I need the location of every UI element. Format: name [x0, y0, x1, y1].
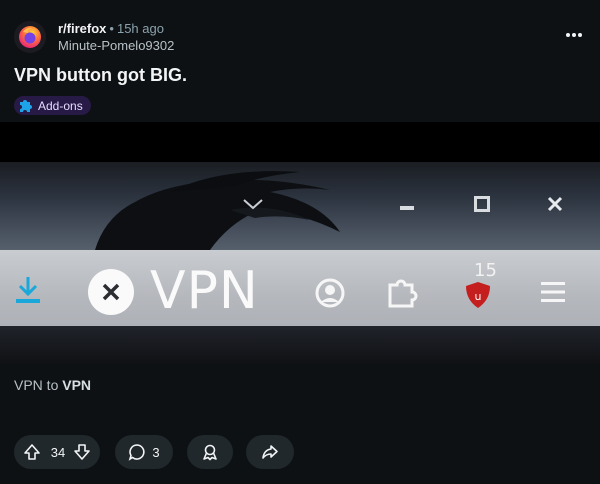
body-bold: VPN: [62, 377, 92, 393]
browser-content-strip: [0, 326, 600, 364]
ublock-origin-icon[interactable]: u: [464, 280, 492, 310]
author-name[interactable]: Minute-Pomelo9302: [58, 37, 174, 54]
meta-separator: •: [109, 21, 114, 36]
upvote-icon[interactable]: [23, 443, 41, 461]
comment-count: 3: [152, 444, 160, 460]
browser-titlebar-theme: [0, 162, 600, 250]
minimize-icon[interactable]: [400, 206, 414, 210]
vpn-button-label: VPN: [150, 261, 259, 321]
post-title[interactable]: VPN button got BIG.: [14, 63, 187, 87]
close-window-icon[interactable]: [546, 195, 564, 213]
vote-count: 34: [50, 444, 66, 460]
horse-silhouette-image: [95, 171, 340, 250]
share-button[interactable]: [246, 435, 294, 469]
puzzle-piece-icon: [20, 99, 32, 112]
award-button[interactable]: [187, 435, 233, 469]
post-body: VPN to VPN: [14, 376, 91, 394]
vpn-button[interactable]: [88, 269, 134, 315]
vote-pill: 34: [14, 435, 100, 469]
post-meta: r/firefox • 15h ago Minute-Pomelo9302: [58, 21, 174, 54]
flair-label: Add-ons: [38, 98, 83, 113]
post-header: r/firefox • 15h ago Minute-Pomelo9302: [14, 18, 586, 58]
more-options-icon[interactable]: [562, 26, 586, 46]
comments-button[interactable]: 3: [115, 435, 173, 469]
share-icon: [262, 445, 278, 459]
body-prefix: VPN to: [14, 377, 63, 393]
svg-text:u: u: [475, 290, 482, 303]
ublock-badge-count: 15: [474, 260, 497, 281]
account-icon[interactable]: [314, 277, 346, 309]
firefox-subreddit-avatar[interactable]: [14, 21, 46, 53]
post-time: 15h ago: [116, 21, 164, 36]
maximize-icon[interactable]: [474, 196, 490, 212]
downvote-icon[interactable]: [73, 443, 91, 461]
extensions-icon[interactable]: [386, 275, 418, 309]
post-flair[interactable]: Add-ons: [14, 96, 91, 115]
subreddit-link[interactable]: r/firefox: [58, 21, 106, 36]
comment-icon: [129, 444, 145, 461]
download-icon[interactable]: [14, 275, 42, 305]
chevron-down-icon[interactable]: [242, 198, 264, 210]
post-image[interactable]: VPN u 15: [0, 122, 600, 364]
award-icon: [203, 444, 217, 461]
firefox-logo-icon: [19, 26, 41, 48]
vpn-off-x-icon: [102, 283, 120, 301]
hamburger-menu-icon[interactable]: [540, 281, 566, 303]
